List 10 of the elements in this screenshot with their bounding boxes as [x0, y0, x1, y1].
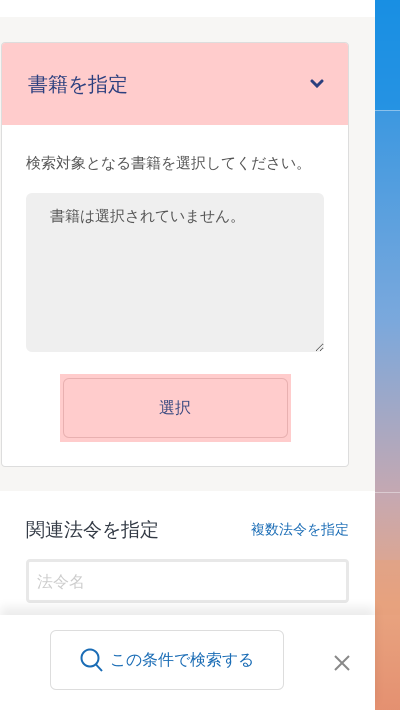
- close-icon[interactable]: [334, 654, 350, 670]
- multi-law-link[interactable]: 複数法令を指定: [251, 521, 349, 539]
- select-button[interactable]: 選択: [62, 378, 288, 438]
- search-button[interactable]: この条件で検索する: [50, 630, 284, 690]
- section-title: 書籍を指定: [28, 70, 128, 98]
- section-title: 関連法令を指定: [26, 518, 159, 543]
- selection-field[interactable]: 書籍は選択されていません。: [26, 193, 324, 352]
- search-icon: [80, 648, 104, 672]
- description-text: 検索対象となる書籍を選択してください。: [26, 153, 312, 174]
- section-header[interactable]: 書籍を指定: [2, 43, 348, 125]
